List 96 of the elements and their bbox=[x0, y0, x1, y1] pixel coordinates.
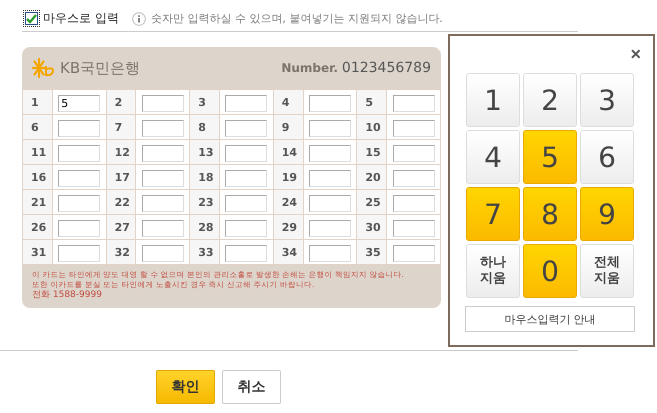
input-field[interactable] bbox=[392, 95, 435, 112]
cancel-button[interactable]: 취소 bbox=[222, 370, 281, 404]
cell-number: 21 bbox=[22, 190, 52, 214]
keypad-key[interactable]: 6 bbox=[580, 130, 634, 184]
keypad-key[interactable]: 하나 지움 bbox=[466, 244, 520, 298]
cell-number: 25 bbox=[356, 190, 387, 214]
cell-number: 11 bbox=[22, 140, 52, 164]
input-field[interactable] bbox=[392, 220, 435, 237]
cell-number: 13 bbox=[190, 140, 220, 164]
input-field[interactable] bbox=[309, 195, 351, 212]
cell-number: 24 bbox=[273, 190, 304, 214]
cell-number: 28 bbox=[190, 214, 220, 240]
input-field[interactable] bbox=[142, 145, 184, 162]
input-field[interactable] bbox=[58, 195, 100, 212]
input-field[interactable] bbox=[392, 170, 435, 187]
cell-number: 10 bbox=[356, 114, 387, 140]
input-field[interactable] bbox=[58, 220, 100, 237]
cell-number: 35 bbox=[356, 240, 387, 264]
cell-number: 12 bbox=[106, 140, 136, 164]
cell-number: 16 bbox=[22, 164, 52, 190]
cell-number: 32 bbox=[106, 240, 136, 264]
confirm-button[interactable]: 확인 bbox=[156, 370, 215, 404]
cell-number: 17 bbox=[106, 164, 136, 190]
input-field[interactable] bbox=[309, 120, 351, 137]
input-field[interactable] bbox=[225, 95, 268, 112]
input-field[interactable] bbox=[392, 120, 435, 137]
input-field[interactable] bbox=[142, 170, 184, 187]
keypad-key[interactable]: 8 bbox=[523, 187, 577, 241]
input-field[interactable] bbox=[309, 95, 351, 112]
input-field[interactable] bbox=[58, 145, 100, 162]
input-field[interactable] bbox=[225, 145, 268, 162]
checkbox[interactable] bbox=[25, 12, 38, 25]
input-field[interactable] bbox=[225, 220, 268, 237]
input-field[interactable] bbox=[142, 95, 184, 112]
card-notice: 전화 1588-9999 bbox=[32, 290, 103, 300]
keypad-key[interactable]: 4 bbox=[466, 130, 520, 184]
cell-number: 4 bbox=[273, 90, 304, 114]
cell-number: 23 bbox=[190, 190, 220, 214]
input-field[interactable] bbox=[392, 245, 435, 262]
keypad-key[interactable]: 전체 지움 bbox=[580, 244, 634, 298]
keypad-key[interactable]: 5 bbox=[523, 130, 577, 184]
checkbox-label[interactable]: 마우스로 입력 bbox=[43, 10, 119, 27]
input-field[interactable] bbox=[225, 245, 268, 262]
cell-number: 2 bbox=[106, 90, 136, 114]
keypad-key[interactable]: 2 bbox=[523, 73, 577, 127]
keypad-key[interactable]: 7 bbox=[466, 187, 520, 241]
info-icon bbox=[132, 12, 146, 26]
number-label: Number. bbox=[281, 61, 338, 75]
input-field[interactable] bbox=[309, 145, 351, 162]
keypad-key[interactable]: 1 bbox=[466, 73, 520, 127]
input-field[interactable] bbox=[392, 145, 435, 162]
input-field[interactable] bbox=[142, 120, 184, 137]
cell-number: 31 bbox=[22, 240, 52, 264]
input-field[interactable]: 5 bbox=[58, 95, 100, 112]
cell-number: 26 bbox=[22, 214, 52, 240]
input-field[interactable] bbox=[225, 120, 268, 137]
cell-number: 30 bbox=[356, 214, 387, 240]
input-field[interactable] bbox=[142, 220, 184, 237]
input-field[interactable] bbox=[142, 245, 184, 262]
cell-number: 27 bbox=[106, 214, 136, 240]
input-field[interactable] bbox=[142, 195, 184, 212]
check-icon bbox=[26, 14, 37, 24]
cell-number: 9 bbox=[273, 114, 304, 140]
input-field[interactable] bbox=[58, 120, 100, 137]
star-logo-icon bbox=[32, 58, 56, 78]
cell-number: 29 bbox=[273, 214, 304, 240]
cell-number: 1 bbox=[22, 90, 52, 114]
cell-number: 14 bbox=[273, 140, 304, 164]
keypad-key[interactable]: 3 bbox=[580, 73, 634, 127]
keypad-key[interactable]: 0 bbox=[523, 244, 577, 298]
cell-number: 7 bbox=[106, 114, 136, 140]
input-field[interactable] bbox=[225, 195, 268, 212]
input-field[interactable] bbox=[58, 245, 100, 262]
input-field[interactable] bbox=[58, 170, 100, 187]
cell-number: 20 bbox=[356, 164, 387, 190]
input-field[interactable] bbox=[309, 220, 351, 237]
keypad-key[interactable]: 9 bbox=[580, 187, 634, 241]
input-field[interactable] bbox=[309, 170, 351, 187]
close-button[interactable]: × bbox=[630, 42, 641, 66]
cell-number: 3 bbox=[190, 90, 220, 114]
cell-number: 22 bbox=[106, 190, 136, 214]
guide-button[interactable]: 마우스입력기 안내 bbox=[465, 306, 635, 332]
cell-number: 6 bbox=[22, 114, 52, 140]
cell-number: 8 bbox=[190, 114, 220, 140]
notice-text: 숫자만 입력하실 수 있으며, 붙여넣기는 지원되지 않습니다. bbox=[150, 11, 443, 26]
cell-number: 34 bbox=[273, 240, 304, 264]
card-number: 0123456789 bbox=[342, 60, 431, 76]
bank-name: KB국민은행 bbox=[60, 58, 140, 78]
input-field[interactable] bbox=[225, 170, 268, 187]
cell-number: 18 bbox=[190, 164, 220, 190]
cell-number: 5 bbox=[356, 90, 387, 114]
cell-number: 33 bbox=[190, 240, 220, 264]
cell-number: 15 bbox=[356, 140, 387, 164]
cell-number: 19 bbox=[273, 164, 304, 190]
input-field[interactable] bbox=[309, 245, 351, 262]
input-field[interactable] bbox=[392, 195, 435, 212]
